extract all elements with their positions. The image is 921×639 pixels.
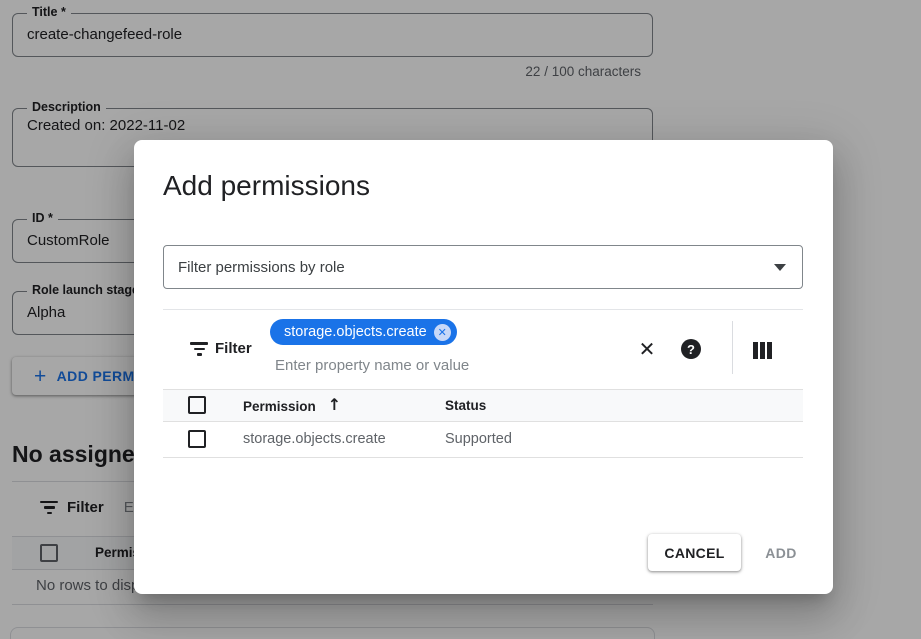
cancel-button[interactable]: CANCEL [648,534,741,571]
divider [163,309,803,310]
permission-column-header[interactable]: Permission ↑ [243,398,341,414]
filter-permissions-by-role-dropdown[interactable]: Filter permissions by role [163,245,803,289]
filter-chip[interactable]: storage.objects.create ✕ [270,319,457,345]
help-icon: ? [681,339,701,359]
chip-remove-icon[interactable]: ✕ [434,324,451,341]
dropdown-value: Filter permissions by role [178,259,774,276]
column-display-button[interactable] [751,339,773,361]
divider [732,321,733,374]
permission-cell: storage.objects.create [243,431,386,447]
add-button[interactable]: ADD [746,534,816,571]
filter-input[interactable]: Enter property name or value [275,357,469,374]
row-checkbox[interactable] [188,430,206,448]
clear-filters-button[interactable]: ✕ [636,338,658,360]
screen: Title * create-changefeed-role 22 / 100 … [0,0,921,639]
dialog-title: Add permissions [163,170,370,202]
filter-label: Filter [215,340,252,357]
table-row[interactable]: storage.objects.create Supported [163,422,803,458]
chevron-down-icon [774,264,786,271]
status-column-header: Status [445,398,486,413]
status-cell: Supported [445,431,512,447]
filter-chip-label: storage.objects.create [284,324,427,340]
sort-ascending-icon: ↑ [328,397,341,413]
help-button[interactable]: ? [680,338,702,360]
close-icon: ✕ [639,337,656,362]
dialog-table-header: Permission ↑ Status [163,389,803,422]
permission-column-label: Permission [243,399,316,414]
select-all-checkbox[interactable] [188,396,206,414]
filter-icon [190,342,208,356]
add-permissions-dialog: Add permissions Filter permissions by ro… [134,140,833,594]
